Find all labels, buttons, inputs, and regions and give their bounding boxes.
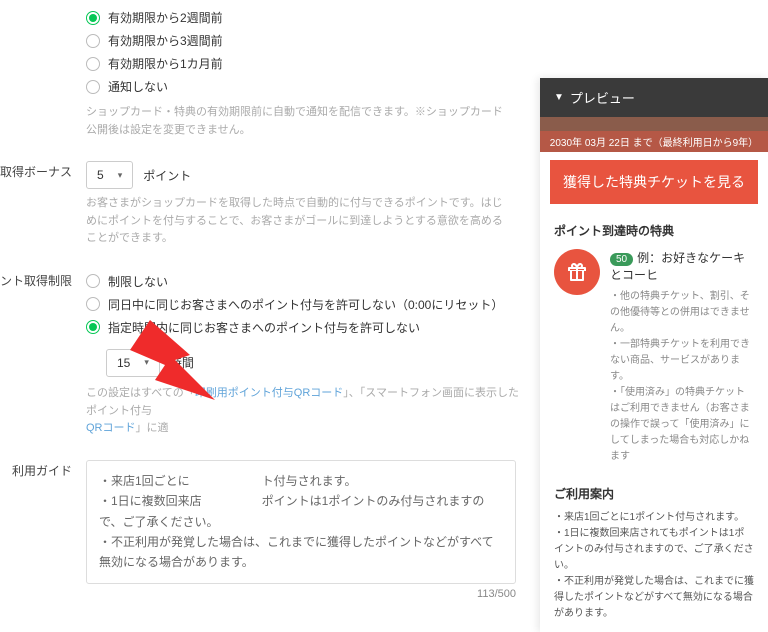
limit-hours-unit: 時間 xyxy=(170,354,194,371)
radio-label: 有効期限から2週間前 xyxy=(108,9,223,26)
preview-title: プレビュー xyxy=(570,88,635,107)
radio-icon xyxy=(86,57,100,71)
reward-example-title: 50例：お好きなケーキとコーヒ xyxy=(610,249,754,283)
radio-expiry-3weeks[interactable]: 有効期限から3週間前 xyxy=(86,29,540,52)
preview-guide-header: ご利用案内 xyxy=(554,485,754,502)
bonus-label: 取得ボーナス xyxy=(0,161,86,262)
qr-note: この設定はすべての「印刷用ポイント付与QRコード」、「スマートフォン画面に表示し… xyxy=(86,383,526,452)
bonus-points-value: 5 xyxy=(97,168,104,182)
chevron-down-icon: ▾ xyxy=(144,357,149,368)
expiry-helper-text: ショップカード・特典の有効期限前に自動で通知を配信できます。※ショップカード公開… xyxy=(86,98,506,153)
card-expiry-date: 2030年 03月 22日 まで（最終利用日から9年） xyxy=(540,131,768,152)
limit-label: ント取得制限 xyxy=(0,270,86,452)
radio-icon xyxy=(86,11,100,25)
bonus-helper-text: お客さまがショップカードを取得した時点で自動的に付与できるポイントです。はじめに… xyxy=(86,189,506,262)
char-count: 113/500 xyxy=(86,584,516,600)
radio-expiry-none[interactable]: 通知しない xyxy=(86,75,540,98)
card-scallop-decoration xyxy=(540,117,768,131)
radio-limit-hours[interactable]: 指定時間内に同じお客さまへのポイント付与を許可しない xyxy=(86,316,540,339)
radio-icon xyxy=(86,297,100,311)
usage-guide-textarea[interactable]: ・来店1回ごとに ト付与されます。 ・1日に複数回来店 ポイントは1ポイントのみ… xyxy=(86,460,516,584)
gift-icon xyxy=(554,249,600,295)
radio-label: 有効期限から1カ月前 xyxy=(108,55,223,72)
radio-icon xyxy=(86,34,100,48)
radio-limit-none[interactable]: 制限しない xyxy=(86,270,540,293)
radio-icon xyxy=(86,320,100,334)
expiry-notify-label xyxy=(0,6,86,153)
reward-notes: ・他の特典チケット、割引、その他優待等との併用はできません。 ・一部特典チケット… xyxy=(610,289,754,465)
radio-label: 通知しない xyxy=(108,78,168,95)
bonus-unit: ポイント xyxy=(143,167,191,184)
reward-section-header: ポイント到達時の特典 xyxy=(554,222,754,239)
preview-panel: ▼ プレビュー 2030年 03月 22日 まで（最終利用日から9年） 獲得した… xyxy=(540,78,768,632)
radio-label: 制限しない xyxy=(108,273,168,290)
radio-label: 有効期限から3週間前 xyxy=(108,32,223,49)
limit-hours-select[interactable]: 15 ▾ xyxy=(106,349,160,377)
guide-label: 利用ガイド xyxy=(0,460,86,600)
qr-print-link[interactable]: 印刷用ポイント付与QRコード xyxy=(195,387,344,399)
view-tickets-button[interactable]: 獲得した特典チケットを見る xyxy=(550,160,758,204)
radio-label: 指定時間内に同じお客さまへのポイント付与を許可しない xyxy=(108,319,420,336)
radio-icon xyxy=(86,80,100,94)
chevron-down-icon: ▾ xyxy=(118,170,123,181)
radio-icon xyxy=(86,274,100,288)
points-badge: 50 xyxy=(610,253,633,266)
preview-header[interactable]: ▼ プレビュー xyxy=(540,78,768,117)
limit-hours-value: 15 xyxy=(117,356,130,370)
chevron-down-icon: ▼ xyxy=(554,92,564,103)
radio-label: 同日中に同じお客さまへのポイント付与を許可しない（0:00にリセット） xyxy=(108,296,503,313)
radio-expiry-2weeks[interactable]: 有効期限から2週間前 xyxy=(86,6,540,29)
radio-limit-sameday[interactable]: 同日中に同じお客さまへのポイント付与を許可しない（0:00にリセット） xyxy=(86,293,540,316)
bonus-points-select[interactable]: 5 ▾ xyxy=(86,161,133,189)
radio-expiry-1month[interactable]: 有効期限から1カ月前 xyxy=(86,52,540,75)
preview-guide-text: ・来店1回ごとに1ポイント付与されます。 ・1日に複数回来店されてもポイントは1… xyxy=(554,510,754,622)
qr-phone-link[interactable]: QRコード xyxy=(86,422,136,434)
